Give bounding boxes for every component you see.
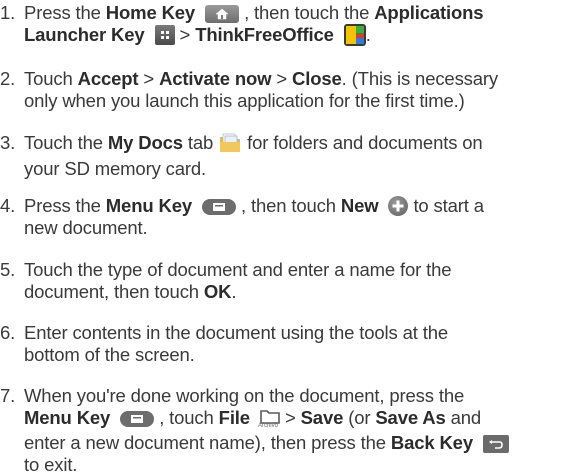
menu-key-icon — [201, 198, 236, 216]
separator: > — [179, 24, 191, 45]
step-body: Touch Accept > Activate now > Close. (Th… — [24, 68, 585, 112]
save-as-label: Save As — [375, 407, 446, 428]
my-docs-label: My Docs — [107, 132, 183, 153]
activate-now-label: Activate now — [159, 68, 272, 89]
apps-grid-icon — [154, 25, 175, 45]
step-text: and — [445, 407, 482, 428]
step-number: 4. — [0, 195, 16, 216]
thinkfree-office-icon — [343, 24, 366, 46]
step-text: only when you launch this application fo… — [24, 90, 465, 111]
step-body: When you're done working on the document… — [24, 385, 585, 476]
step-body: Press the Menu Key , then touch New to s… — [24, 195, 585, 239]
menu-key-label: Menu Key — [24, 407, 111, 428]
step-text: new document. — [24, 217, 148, 238]
step-text: Press the — [24, 195, 106, 216]
close-label: Close — [292, 68, 342, 89]
step-text: . (This is necessary — [341, 68, 499, 89]
back-key-icon — [482, 435, 509, 453]
step-text: . — [365, 24, 371, 45]
my-docs-folder-icon — [219, 133, 241, 158]
step-text: tab — [182, 132, 219, 153]
step-6: 6. Enter contents in the document using … — [0, 322, 585, 366]
file-label: File — [218, 407, 250, 428]
step-body: Enter contents in the document using the… — [24, 322, 585, 366]
separator: > — [284, 407, 296, 428]
menu-key-icon — [120, 410, 155, 428]
step-text: Touch — [24, 68, 78, 89]
step-number: 1. — [0, 2, 16, 23]
step-text: (or — [343, 407, 376, 428]
step-number: 2. — [0, 68, 16, 89]
separator: > — [143, 68, 155, 89]
applications-label: Applications — [374, 2, 484, 23]
launcher-key-label: Launcher Key — [24, 24, 145, 45]
step-text: Touch the type of document and enter a n… — [24, 259, 452, 280]
home-key-label: Home Key — [105, 2, 196, 23]
file-icon-caption: Archivo — [257, 423, 278, 429]
step-3: 3. Touch the My Docs tab for folders and… — [0, 132, 585, 180]
step-text: to start a — [408, 195, 484, 216]
step-body: Touch the My Docs tab for folders and do… — [24, 132, 585, 180]
step-text: When you're done working on the document… — [24, 385, 465, 406]
step-text: to exit. — [24, 454, 78, 475]
instructions-page: 1. Press the Home Key , then touch the A… — [0, 0, 585, 475]
step-text: bottom of the screen. — [24, 344, 195, 365]
step-1: 1. Press the Home Key , then touch the A… — [0, 2, 585, 46]
thinkfree-label: ThinkFreeOffice — [195, 24, 334, 45]
menu-key-label: Menu Key — [105, 195, 192, 216]
step-number: 3. — [0, 132, 16, 153]
save-label: Save — [300, 407, 344, 428]
step-number: 6. — [0, 322, 16, 343]
separator: > — [276, 68, 288, 89]
step-2: 2. Touch Accept > Activate now > Close. … — [0, 68, 585, 112]
step-text: for folders and documents on — [242, 132, 483, 153]
step-text: document, then touch — [24, 281, 204, 302]
step-body: Touch the type of document and enter a n… — [24, 259, 585, 303]
step-number: 7. — [0, 385, 16, 406]
home-icon — [205, 5, 240, 23]
step-text: your SD memory card. — [24, 158, 207, 179]
step-body: Press the Home Key , then touch the Appl… — [24, 2, 585, 46]
step-text: , then touch — [240, 195, 341, 216]
step-text: , then touch the — [244, 2, 375, 23]
step-text: , touch — [159, 407, 219, 428]
file-archive-icon: Archivo — [257, 408, 281, 432]
new-label: New — [340, 195, 379, 216]
step-7: 7. When you're done working on the docum… — [0, 385, 585, 476]
step-text: enter a new document name), then press t… — [24, 432, 391, 453]
step-5: 5. Touch the type of document and enter … — [0, 259, 585, 303]
new-plus-icon — [388, 196, 409, 216]
step-text: Enter contents in the document using the… — [24, 322, 448, 343]
back-key-label: Back Key — [390, 432, 473, 453]
step-text: Touch the — [24, 132, 108, 153]
ok-label: OK — [203, 281, 232, 302]
step-text: . — [231, 281, 237, 302]
step-text: Press the — [24, 2, 106, 23]
accept-label: Accept — [77, 68, 139, 89]
step-4: 4. Press the Menu Key , then touch New t… — [0, 195, 585, 239]
step-number: 5. — [0, 259, 16, 280]
